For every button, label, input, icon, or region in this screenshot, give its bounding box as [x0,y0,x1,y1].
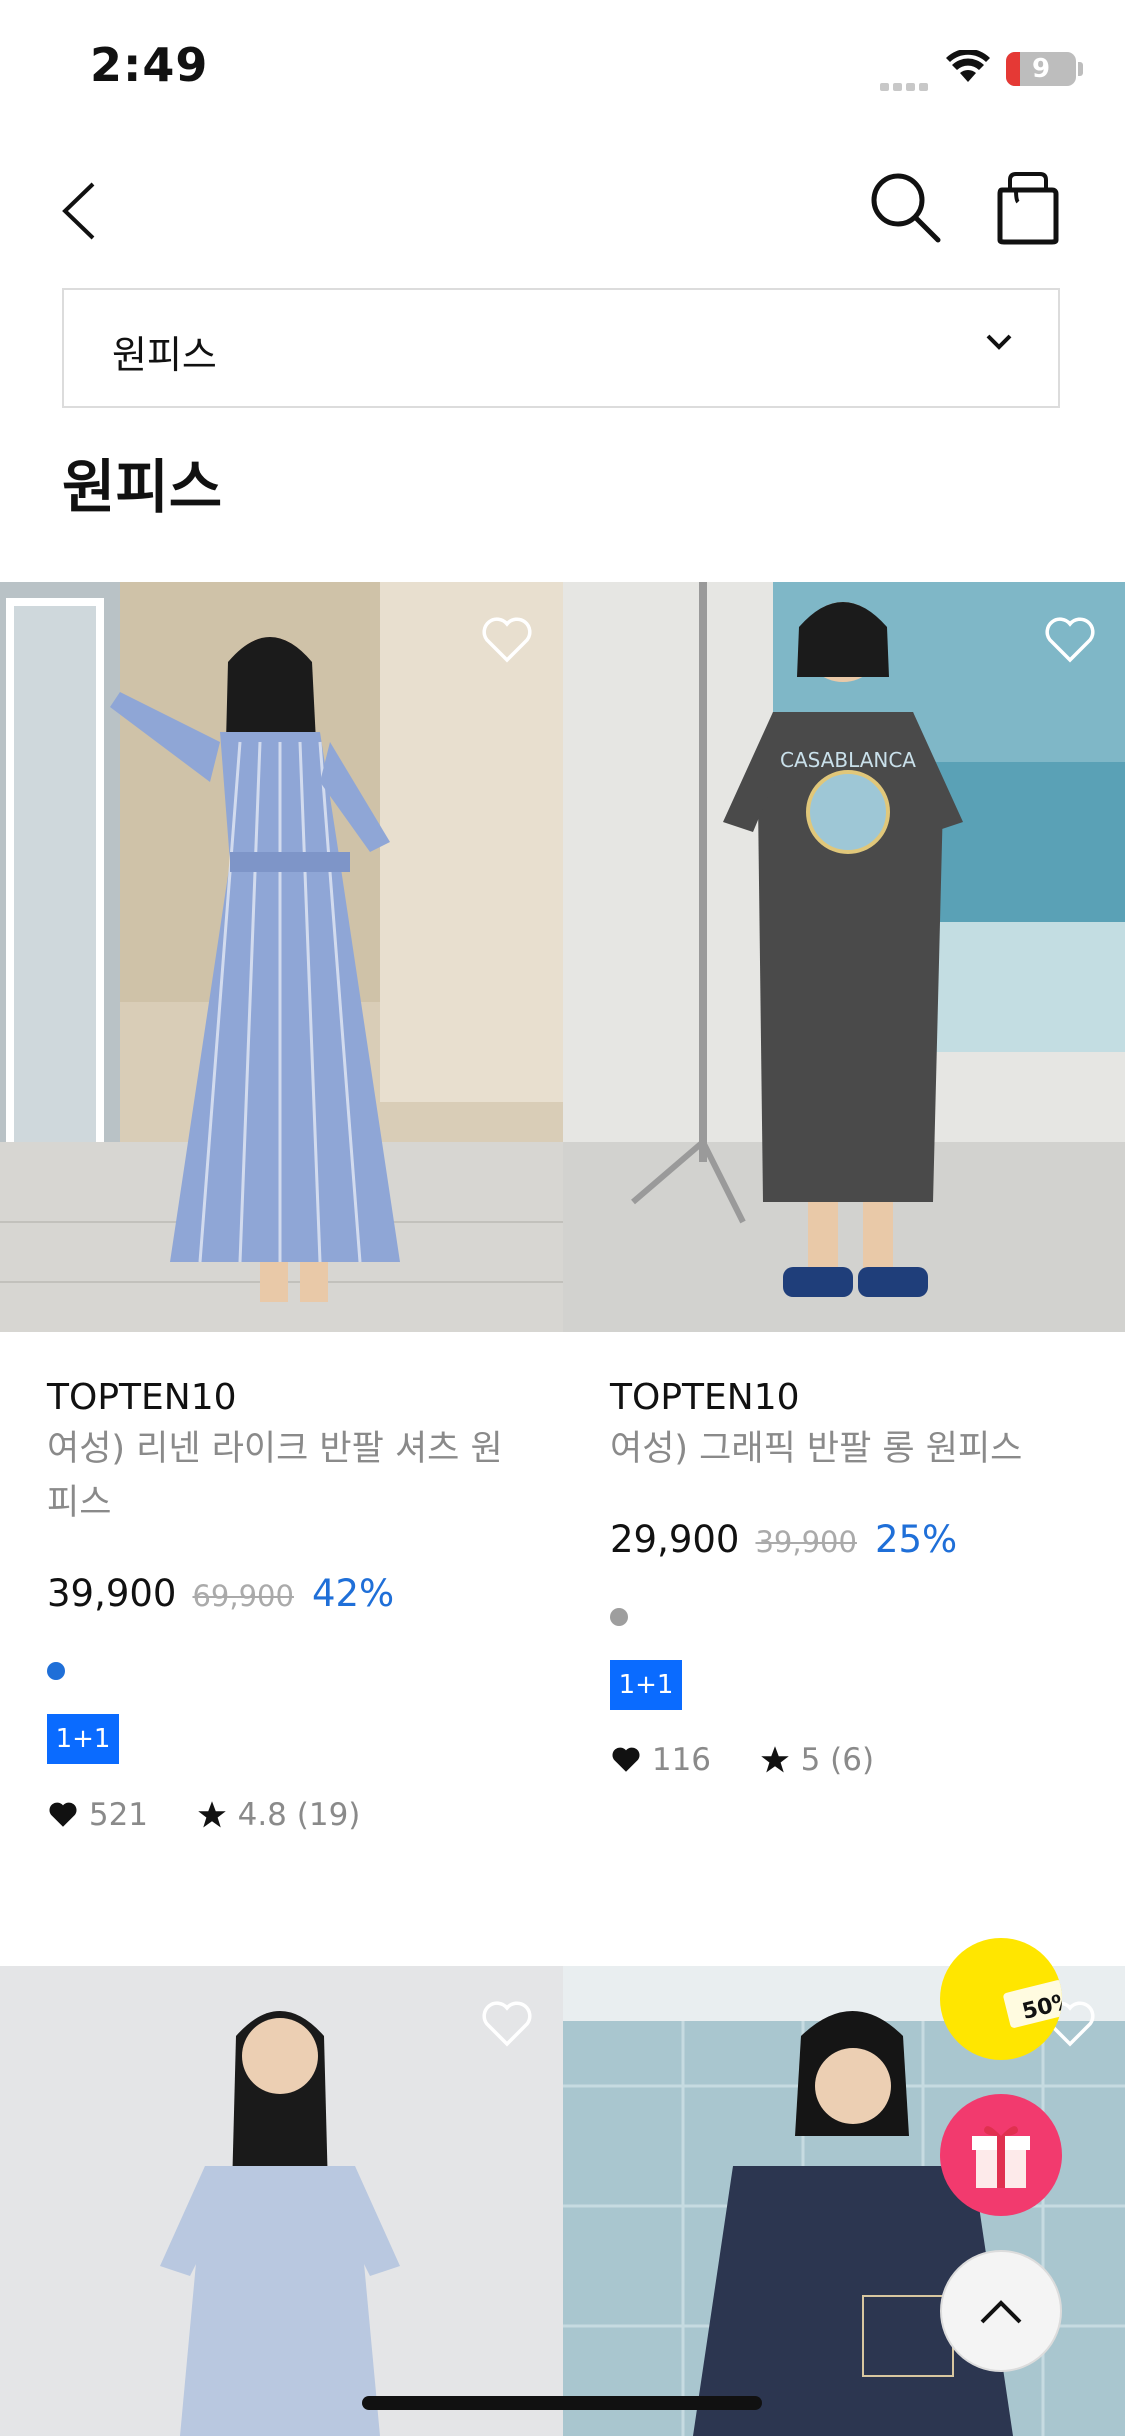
product-image[interactable] [0,582,563,1332]
product-card[interactable]: TOPTEN10 여성) 리넨 라이크 반팔 셔츠 원피스 39,900 69,9… [0,582,563,1882]
chevron-down-icon [986,334,1012,350]
product-brand: TOPTEN10 [610,1377,800,1418]
back-button[interactable] [55,178,105,240]
shopping-bag-icon [997,172,1059,245]
rating: 4.8 (19) [237,1797,361,1833]
svg-text:CASABLANCA: CASABLANCA [780,748,916,772]
category-select-value: 원피스 [112,333,217,377]
heart-filled-icon [612,1747,640,1772]
discount-rate: 25% [874,1518,958,1561]
product-photo [0,582,563,1332]
product-card[interactable]: CASABLANCA TOPTEN10 여성) 그래픽 반팔 롱 원피스 29,… [563,582,1125,1882]
cellular-signal-icon [880,76,932,95]
chevron-up-icon [980,2300,1022,2324]
product-name[interactable]: 여성) 리넨 라이크 반팔 셔츠 원피스 [47,1422,507,1530]
status-time: 2:49 [90,38,209,92]
star-icon [761,1746,789,1773]
original-price: 39,900 [755,1525,857,1559]
search-button[interactable] [868,170,944,250]
product-image[interactable]: CASABLANCA [563,582,1125,1332]
heart-outline-icon[interactable] [1042,612,1098,668]
battery-level: 9 [1031,54,1051,84]
category-select[interactable]: 원피스 [62,288,1060,408]
page-title: 원피스 [62,453,223,521]
original-price: 69,900 [192,1579,294,1613]
promo-badge: 1+1 [47,1714,119,1764]
product-prices: 39,900 69,900 42% [47,1572,394,1615]
chevron-left-icon [62,182,95,240]
rating: 5 (6) [800,1742,875,1778]
battery-icon: 9 [1006,52,1076,86]
product-name[interactable]: 여성) 그래픽 반팔 롱 원피스 [610,1422,1070,1476]
sale-price: 29,900 [610,1518,740,1561]
search-icon [871,173,941,243]
status-bar: 2:49 9 [0,0,1125,130]
heart-outline-icon[interactable] [479,612,535,668]
sale-price: 39,900 [47,1572,177,1615]
product-stats: 116 5 (6) [610,1742,874,1778]
product-brand: TOPTEN10 [47,1377,237,1418]
scroll-to-top-button[interactable] [940,2250,1062,2372]
color-swatch [610,1608,628,1626]
home-indicator [362,2396,762,2410]
color-swatch [47,1662,65,1680]
promo-badge: 1+1 [610,1660,682,1710]
battery-tip [1078,62,1083,76]
product-prices: 29,900 39,900 25% [610,1518,957,1561]
wifi-icon [946,50,990,82]
star-icon [198,1801,226,1828]
promo-floating-button[interactable]: 50% [940,1938,1062,2060]
like-count: 116 [651,1742,712,1778]
product-stats: 521 4.8 (19) [47,1797,360,1833]
product-image[interactable] [0,1966,563,2436]
product-photo: CASABLANCA [563,582,1125,1332]
like-count: 521 [88,1797,149,1833]
gift-icon [972,2126,1030,2188]
heart-filled-icon [49,1802,77,1827]
heart-outline-icon[interactable] [479,1996,535,2052]
cart-button[interactable] [996,170,1060,250]
gift-floating-button[interactable] [940,2094,1062,2216]
discount-rate: 42% [311,1572,395,1615]
